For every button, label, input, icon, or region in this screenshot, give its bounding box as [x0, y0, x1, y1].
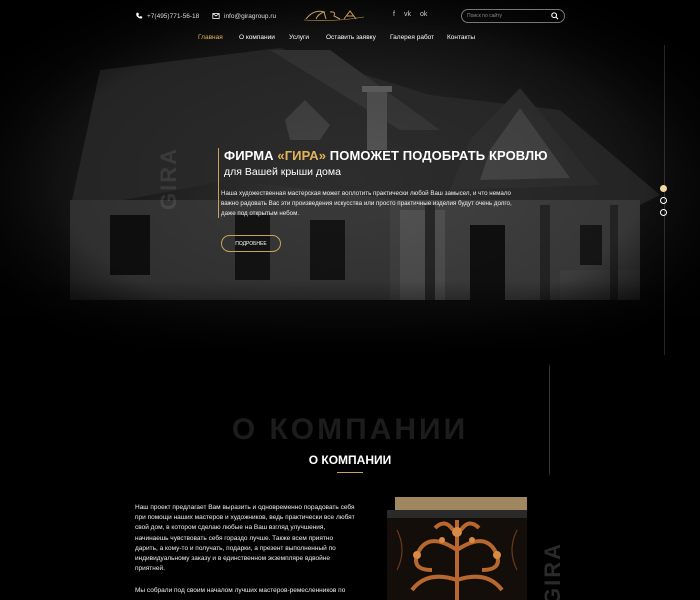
- slider-dot-2[interactable]: [660, 197, 667, 204]
- about-watermark: О КОМПАНИИ: [231, 413, 469, 446]
- odnoklassniki-icon[interactable]: ok: [420, 11, 427, 18]
- phone-contact[interactable]: +7(495)771-56-18: [135, 12, 199, 20]
- about-title: О КОМПАНИИ: [308, 453, 392, 467]
- nav-item-about[interactable]: О компании: [239, 34, 275, 41]
- hero-vertical-brand: GIRA: [156, 147, 181, 210]
- nav-item-gallery[interactable]: Галерея работ: [390, 34, 434, 41]
- email-contact[interactable]: info@giragroup.ru: [212, 12, 276, 20]
- mail-icon: [212, 13, 220, 19]
- hero-subtitle: для Вашей крыши дома: [224, 166, 341, 178]
- hero-title-brand: «ГИРА»: [277, 148, 327, 163]
- hero-accent-line: [218, 148, 219, 218]
- nav-item-contacts[interactable]: Контакты: [447, 34, 475, 41]
- slider-dot-1[interactable]: [660, 185, 667, 192]
- about-vertical-brand: GIRA: [540, 542, 565, 600]
- nav-item-request[interactable]: Оставить заявку: [326, 34, 376, 41]
- more-button[interactable]: ПОДРОБНЕЕ: [221, 235, 281, 252]
- about-paragraph-2: Мы собрали под своим началом лучших маст…: [135, 587, 346, 594]
- nav-item-home[interactable]: Главная: [198, 34, 223, 41]
- hero-title-suffix: ПОМОЖЕТ ПОДОБРАТЬ КРОВЛЮ: [326, 148, 548, 163]
- hero-title: ФИРМА «ГИРА» ПОМОЖЕТ ПОДОБРАТЬ КРОВЛЮ: [224, 148, 548, 163]
- search-box: [461, 9, 565, 23]
- phone-icon: [136, 12, 143, 19]
- house-image: [0, 0, 700, 355]
- search-input[interactable]: [467, 13, 552, 19]
- hero-description: Наша художественная мастерская может воп…: [221, 190, 512, 217]
- email-address: info@giragroup.ru: [224, 12, 277, 20]
- facebook-icon[interactable]: f: [393, 11, 395, 18]
- nav-item-services[interactable]: Услуги: [289, 34, 309, 41]
- social-links: f vk ok: [393, 11, 427, 18]
- hero-section: +7(495)771-56-18 info@giragroup.ru f vk …: [0, 0, 700, 355]
- top-bar: +7(495)771-56-18 info@giragroup.ru f vk …: [0, 0, 700, 32]
- about-section: О КОМПАНИИ О КОМПАНИИ GIRA Наш проект пр…: [0, 355, 700, 600]
- forged-gate-photo: [387, 510, 527, 600]
- main-nav: Главная О компании Услуги Оставить заявк…: [0, 34, 700, 46]
- about-paragraph-1: Наш проект предлагает Вам выразить и одн…: [135, 504, 355, 573]
- hero-title-prefix: ФИРМА: [224, 148, 278, 163]
- about-underline: [337, 472, 363, 473]
- phone-number: +7(495)771-56-18: [147, 12, 200, 20]
- slider-dot-3[interactable]: [660, 209, 667, 216]
- slider-dots: [660, 185, 667, 221]
- vk-icon[interactable]: vk: [404, 11, 411, 18]
- gira-logo[interactable]: [304, 8, 364, 22]
- search-icon[interactable]: [551, 12, 559, 20]
